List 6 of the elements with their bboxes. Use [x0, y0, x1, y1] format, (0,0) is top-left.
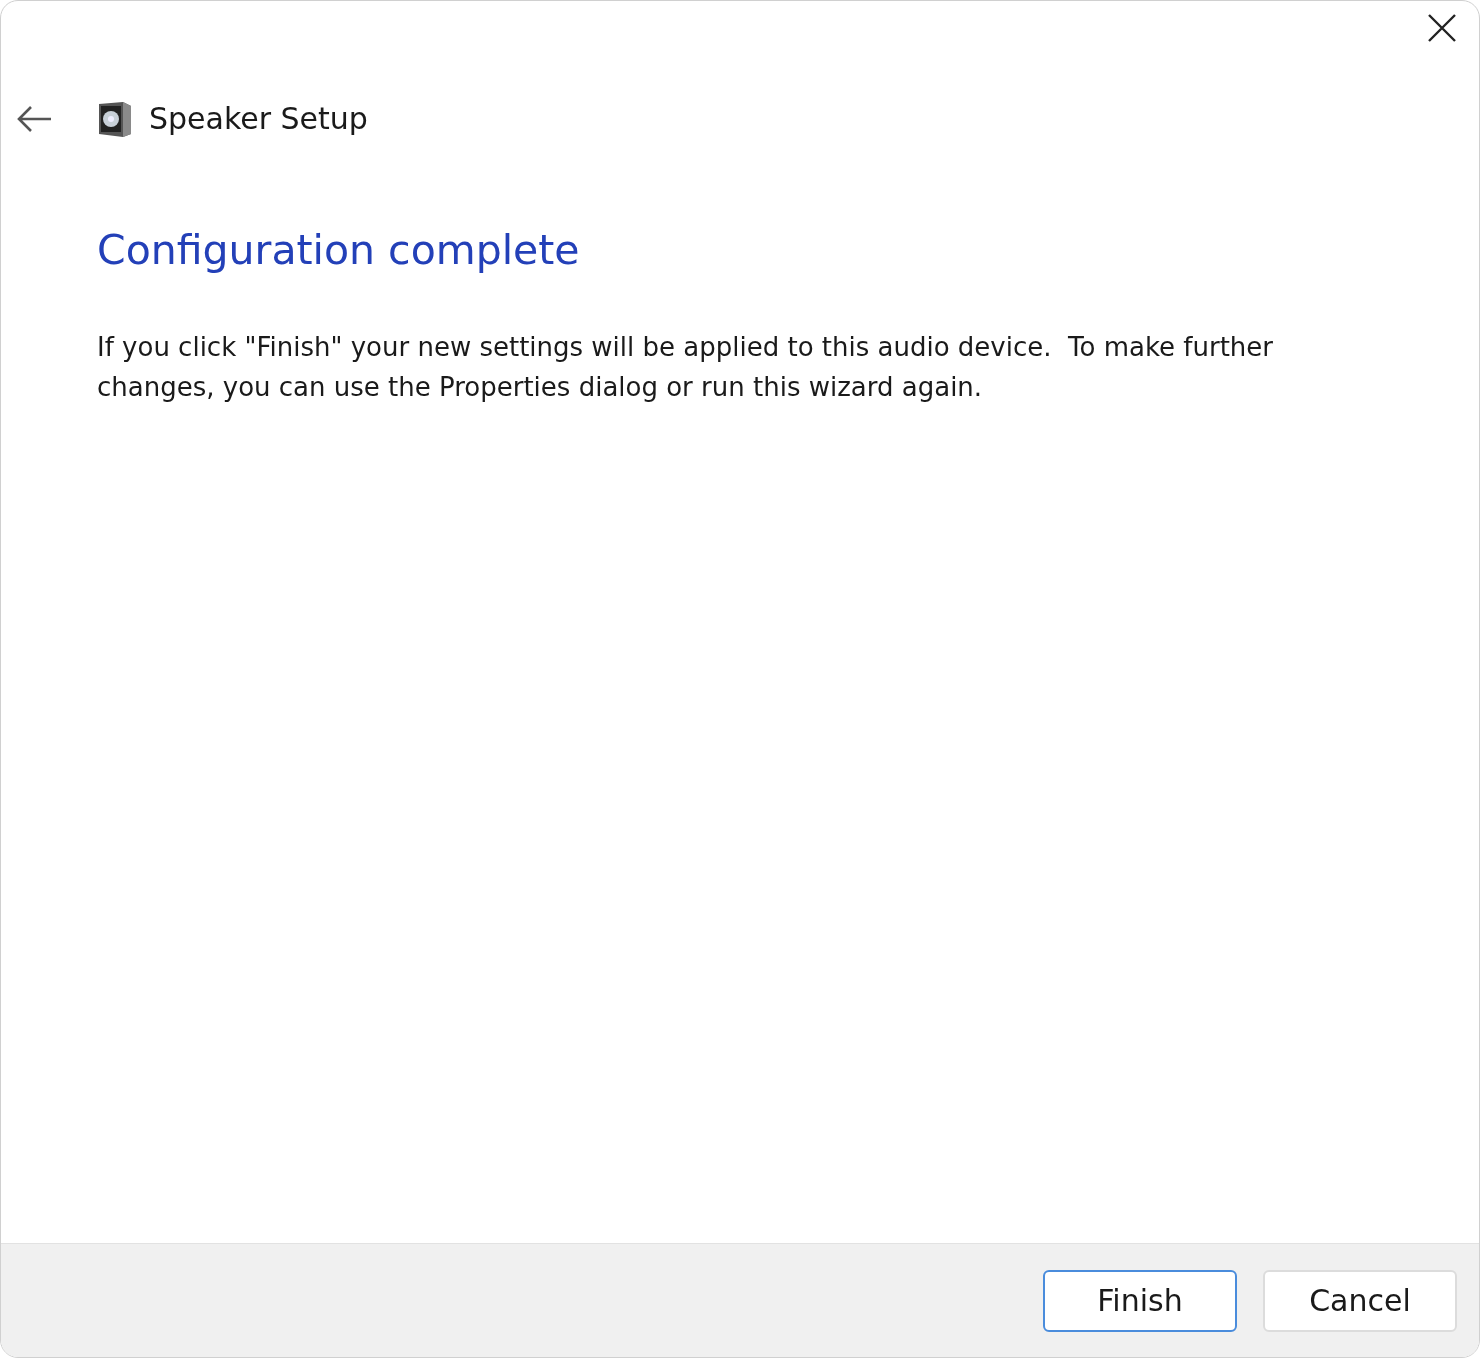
cancel-button[interactable]: Cancel: [1263, 1269, 1457, 1332]
speaker-icon: [97, 99, 133, 138]
page-heading: Configuration complete: [97, 226, 581, 276]
window-title: Speaker Setup: [149, 100, 368, 138]
finish-button[interactable]: Finish: [1043, 1269, 1237, 1332]
message-text: If you click "Finish" your new settings will be applied to this audio device. To make further changes, you can use the Properties dialog or run this wizard again.: [97, 331, 1275, 405]
